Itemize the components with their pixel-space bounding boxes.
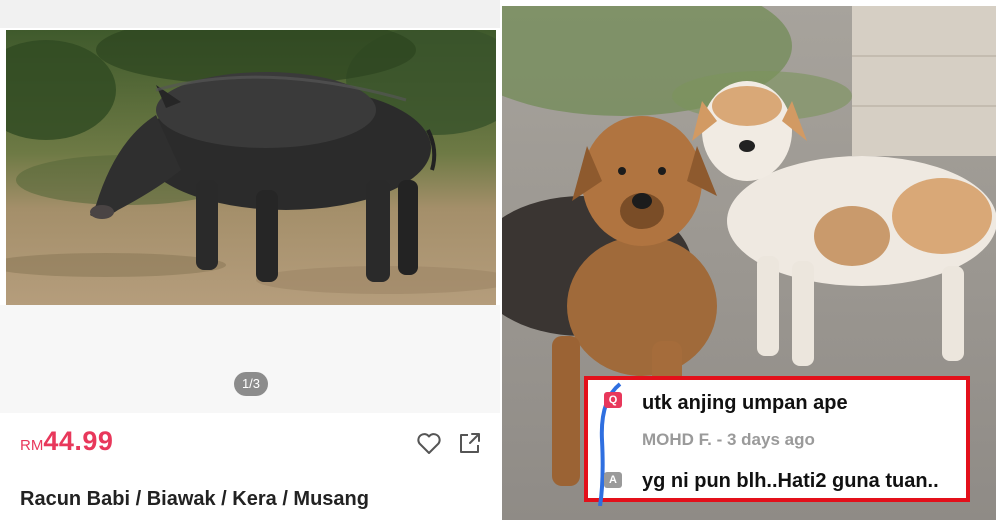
- price: RM44.99: [20, 426, 113, 457]
- wild-boar-illustration: [6, 30, 496, 305]
- price-amount: 44.99: [43, 426, 114, 456]
- wild-boar-photo[interactable]: [6, 30, 496, 305]
- comment-author-meta: MOHD F. - 3 days ago: [642, 430, 815, 449]
- image-pager[interactable]: 1/3: [234, 372, 268, 396]
- share-icon[interactable]: [457, 430, 483, 456]
- gallery-area: [0, 305, 500, 413]
- product-listing-panel: 1/3 RM44.99 Racun Babi / Biawak / Kera /…: [0, 0, 500, 526]
- heart-icon[interactable]: [416, 430, 442, 456]
- product-title: Racun Babi / Biawak / Kera / Musang: [20, 488, 369, 510]
- top-bar: [0, 0, 500, 28]
- price-currency: RM: [20, 437, 44, 454]
- answer-text: yg ni pun blh..Hati2 guna tuan..: [642, 470, 939, 492]
- question-badge: Q: [604, 392, 622, 408]
- answer-badge: A: [604, 472, 622, 488]
- question-text: utk anjing umpan ape: [642, 392, 848, 414]
- comment-highlight-box: Q utk anjing umpan ape MOHD F. - 3 days …: [584, 376, 970, 506]
